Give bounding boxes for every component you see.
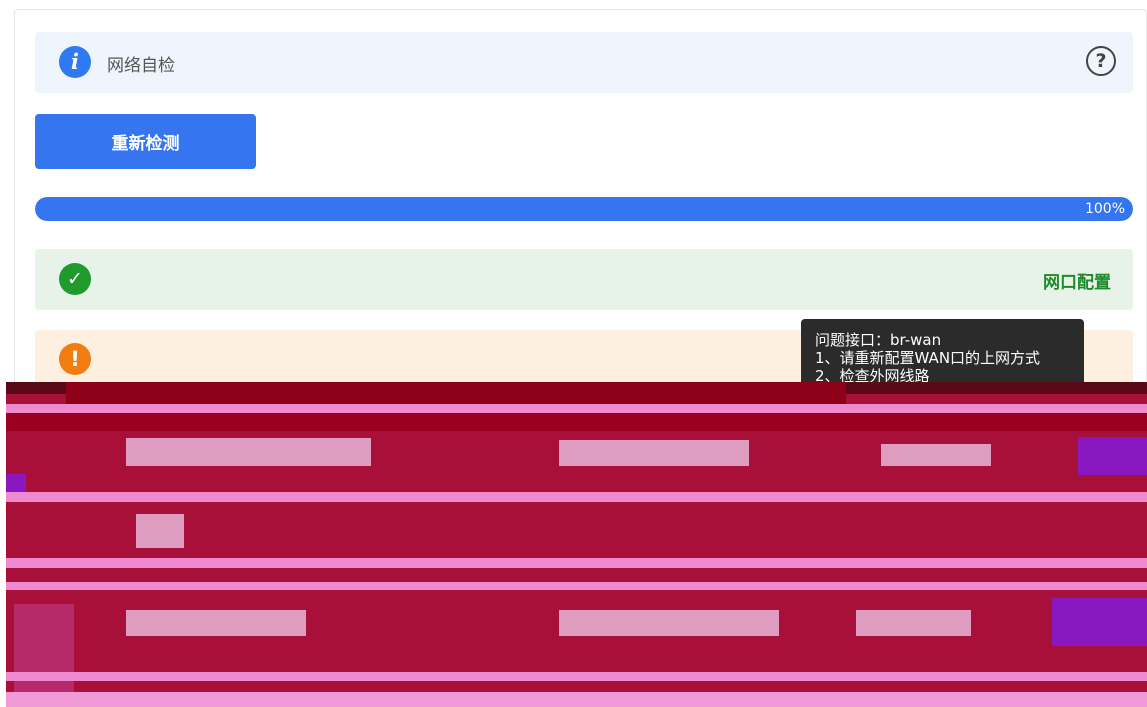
check-row-port-config: ✓ 网口配置: [35, 249, 1133, 310]
tooltip-line: 问题接口：br-wan: [815, 331, 942, 349]
check-label[interactable]: 网口配置: [1043, 268, 1111, 293]
tooltip-line: 1、请重新配置WAN口的上网方式: [815, 349, 1041, 367]
info-banner: i 网络自检 ?: [35, 32, 1133, 93]
progress-bar: 100%: [35, 197, 1133, 221]
info-icon: i: [59, 46, 91, 78]
help-question-icon[interactable]: ?: [1086, 46, 1116, 76]
exclamation-circle-icon: !: [59, 343, 91, 375]
check-circle-icon: ✓: [59, 263, 91, 295]
progress-label: 100%: [1084, 201, 1125, 217]
corrupted-render-area: [6, 382, 1147, 707]
progress-fill: [35, 197, 1133, 221]
banner-title: 网络自检: [107, 56, 175, 76]
problem-tooltip: 问题接口：br-wan 1、请重新配置WAN口的上网方式 2、检查外网线路: [801, 319, 1084, 389]
retest-button[interactable]: 重新检测: [35, 114, 256, 169]
